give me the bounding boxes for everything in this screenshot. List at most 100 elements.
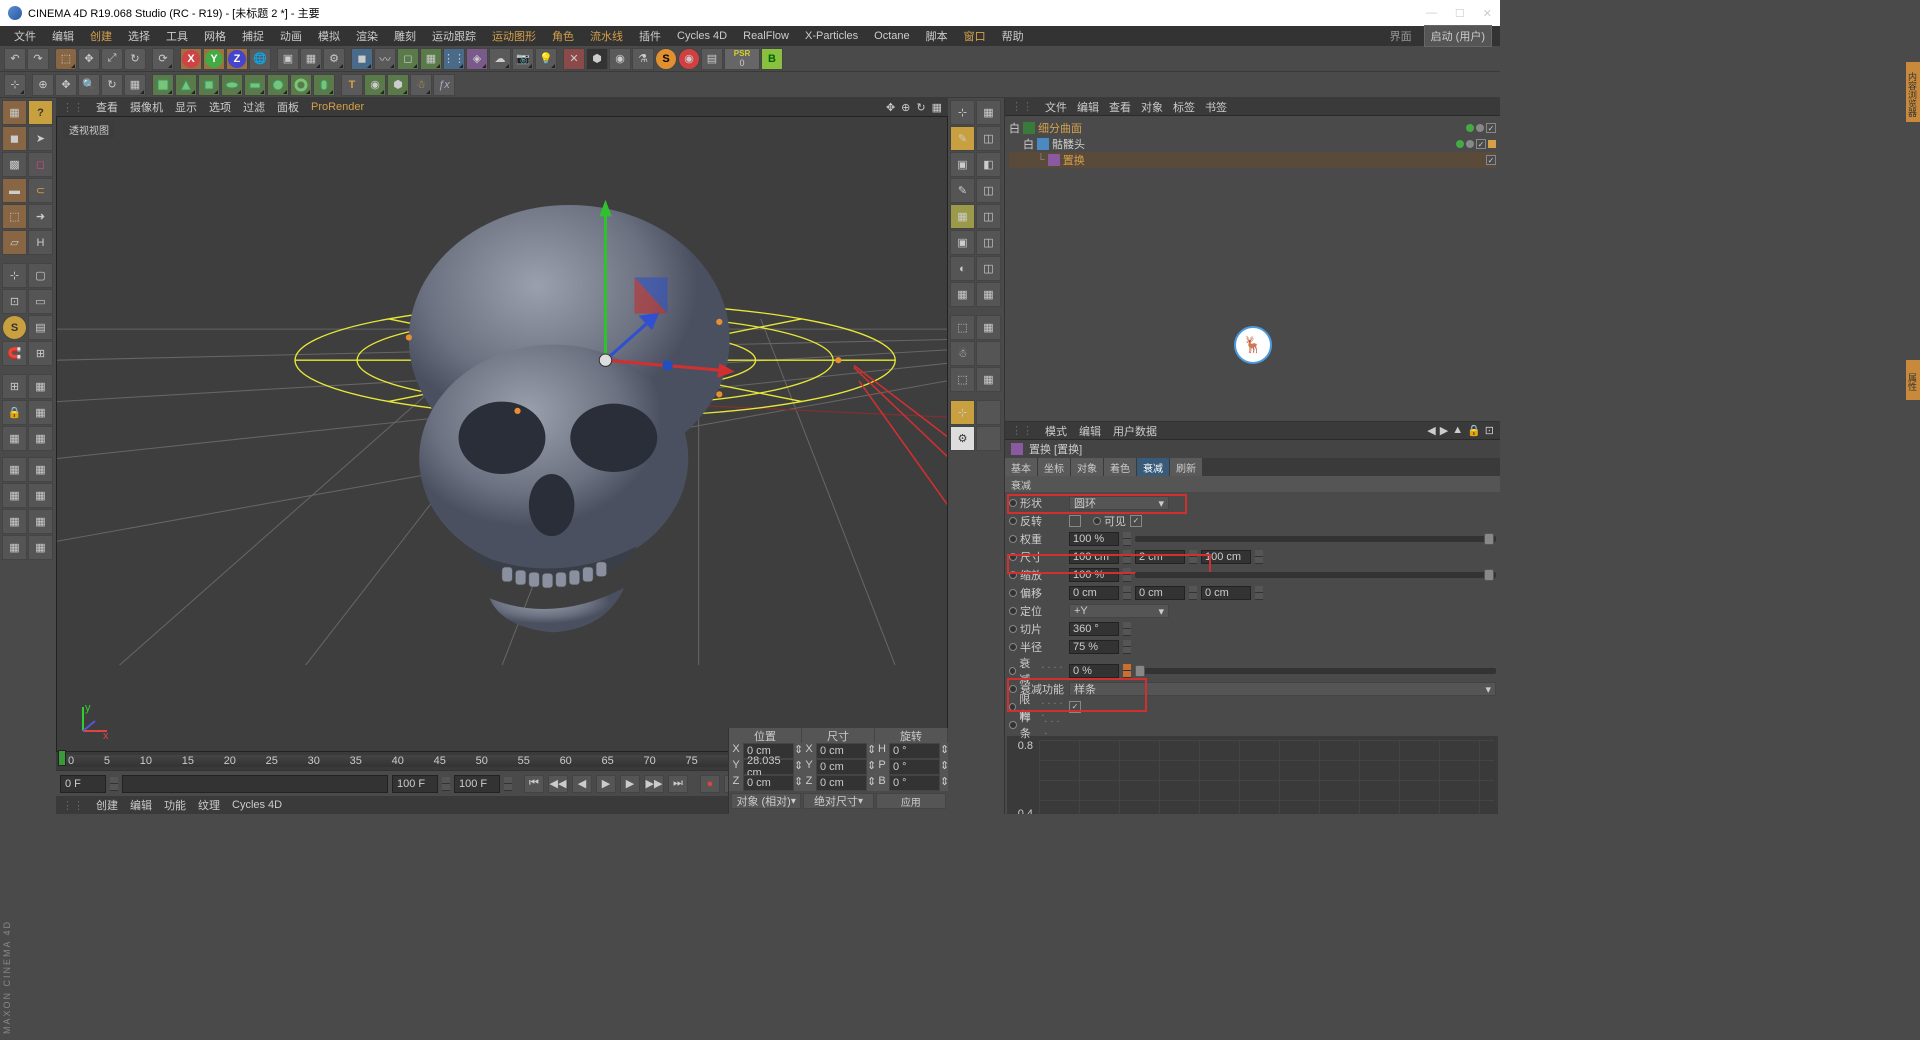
grid-btn[interactable]: ▦ bbox=[2, 457, 27, 482]
apply-button[interactable]: 应用 bbox=[876, 793, 946, 809]
menu-item[interactable]: 工具 bbox=[160, 26, 194, 46]
rot-b-field[interactable]: 0 ° bbox=[889, 775, 940, 791]
am-menu-item[interactable]: 编辑 bbox=[1079, 423, 1101, 439]
fx-button[interactable]: ƒx bbox=[433, 74, 455, 96]
vp-menu-item[interactable]: 选项 bbox=[209, 99, 231, 115]
deformer-button[interactable]: ◈ bbox=[466, 48, 488, 70]
tool-icon[interactable]: ◐ bbox=[950, 256, 975, 281]
frame-end-field[interactable]: 100 F bbox=[392, 775, 438, 793]
menu-item[interactable]: 流水线 bbox=[584, 26, 629, 46]
invert-checkbox[interactable] bbox=[1069, 515, 1081, 527]
goto-end-button[interactable]: ⏭ bbox=[668, 775, 688, 793]
grid-btn[interactable]: ▦ bbox=[28, 457, 53, 482]
array-button[interactable]: ⋮⋮ bbox=[443, 48, 465, 70]
vp-menu-item[interactable]: 查看 bbox=[96, 99, 118, 115]
tab-falloff[interactable]: 衰减 bbox=[1137, 458, 1170, 476]
layout-dropdown[interactable]: 启动 (用户) bbox=[1424, 25, 1492, 47]
xparticles-icon[interactable]: ✕ bbox=[563, 48, 585, 70]
vp-menu-item[interactable]: 摄像机 bbox=[130, 99, 163, 115]
bt-item[interactable]: 纹理 bbox=[198, 797, 220, 813]
prim-cone[interactable] bbox=[175, 74, 197, 96]
menu-item[interactable]: 模拟 bbox=[312, 26, 346, 46]
vp-menu-item[interactable]: 面板 bbox=[277, 99, 299, 115]
size-y-field[interactable]: 2 cm bbox=[1135, 550, 1185, 564]
locked-toggle[interactable]: ▢ bbox=[28, 263, 53, 288]
am-menu-item[interactable]: 用户数据 bbox=[1113, 423, 1157, 439]
menu-item[interactable]: 文件 bbox=[8, 26, 42, 46]
help-icon[interactable]: ? bbox=[28, 100, 53, 125]
tool-icon[interactable]: ◫ bbox=[976, 256, 1001, 281]
render-view-button[interactable]: ▣ bbox=[277, 48, 299, 70]
lock-icon[interactable]: 🔒 bbox=[1467, 424, 1481, 437]
menu-item[interactable]: 网格 bbox=[198, 26, 232, 46]
radius-field[interactable]: 75 % bbox=[1069, 640, 1119, 654]
tool-icon[interactable]: ▣ bbox=[950, 230, 975, 255]
off-x-field[interactable]: 0 cm bbox=[1069, 586, 1119, 600]
redo-button[interactable]: ↷ bbox=[27, 48, 49, 70]
om-menu-item[interactable]: 文件 bbox=[1045, 99, 1067, 115]
menu-item[interactable]: 雕刻 bbox=[388, 26, 422, 46]
lasso-tool[interactable]: ⊂ bbox=[28, 178, 53, 203]
lock-icon[interactable]: 🔒 bbox=[2, 400, 27, 425]
tab-basic[interactable]: 基本 bbox=[1005, 458, 1038, 476]
edge-mode-button[interactable]: ▱ bbox=[2, 230, 27, 255]
prim-capsule[interactable] bbox=[313, 74, 335, 96]
shape-dropdown[interactable]: 圆环▾ bbox=[1069, 496, 1169, 510]
move-arrow-icon[interactable]: ➜ bbox=[28, 204, 53, 229]
func-dropdown[interactable]: 样条▾ bbox=[1069, 682, 1496, 696]
tool-icon[interactable] bbox=[976, 341, 1001, 366]
maximize-button[interactable]: ☐ bbox=[1455, 7, 1465, 20]
arrow-tool[interactable]: ➤ bbox=[28, 126, 53, 151]
grid-btn[interactable]: ▦ bbox=[28, 483, 53, 508]
plugin-s-icon[interactable]: S bbox=[655, 48, 677, 70]
point-mode-button[interactable]: ⬚ bbox=[2, 204, 27, 229]
tool-icon[interactable]: ▦ bbox=[976, 367, 1001, 392]
frame-current-field[interactable]: 100 F bbox=[454, 775, 500, 793]
record-button[interactable]: ● bbox=[700, 775, 720, 793]
undo-button[interactable]: ↶ bbox=[4, 48, 26, 70]
workplane-button[interactable]: ▬ bbox=[2, 178, 27, 203]
tab-object[interactable]: 对象 bbox=[1071, 458, 1104, 476]
knife-icon[interactable]: ✎ bbox=[950, 126, 975, 151]
grid-btn[interactable]: ▦ bbox=[28, 509, 53, 534]
cam-nav-button[interactable]: ⊕ bbox=[32, 74, 54, 96]
tree-row-skull[interactable]: 白骷髅头✓ bbox=[1009, 136, 1496, 152]
size-y-field[interactable]: 0 cm bbox=[816, 759, 867, 775]
plugin-icon[interactable]: ◉ bbox=[609, 48, 631, 70]
timeline-playhead[interactable] bbox=[58, 750, 66, 766]
size-x-field[interactable]: 100 cm bbox=[1069, 550, 1119, 564]
limit-checkbox[interactable]: ✓ bbox=[1069, 701, 1081, 713]
tool-icon[interactable]: ▦ bbox=[950, 282, 975, 307]
tab-coord[interactable]: 坐标 bbox=[1038, 458, 1071, 476]
menu-item[interactable]: 选择 bbox=[122, 26, 156, 46]
rot-h-field[interactable]: 0 ° bbox=[889, 743, 940, 759]
character-button[interactable]: ☃ bbox=[410, 74, 432, 96]
prim-torus[interactable] bbox=[290, 74, 312, 96]
nav-fwd-icon[interactable]: ▶ bbox=[1440, 424, 1448, 437]
plugin-icon[interactable]: ◉ bbox=[678, 48, 700, 70]
rect-select-tool[interactable]: ◻ bbox=[28, 152, 53, 177]
tool-icon[interactable]: ⬚ bbox=[950, 315, 975, 340]
make-editable-button[interactable]: ▦ bbox=[2, 100, 27, 125]
scale-tool[interactable]: ⤢ bbox=[101, 48, 123, 70]
tree-row-sds[interactable]: 白细分曲面✓ bbox=[1009, 120, 1496, 136]
generator-button[interactable]: ◻ bbox=[397, 48, 419, 70]
nav-up-icon[interactable]: ▲ bbox=[1452, 424, 1463, 437]
menu-item[interactable]: 帮助 bbox=[996, 26, 1030, 46]
menu-item[interactable]: X-Particles bbox=[799, 28, 864, 44]
cam-zoom-button[interactable]: 🔍 bbox=[78, 74, 100, 96]
enable-check[interactable]: ✓ bbox=[1486, 123, 1496, 133]
off-y-field[interactable]: 0 cm bbox=[1135, 586, 1185, 600]
om-menu-item[interactable]: 书签 bbox=[1205, 99, 1227, 115]
tool-icon[interactable]: ◫ bbox=[976, 230, 1001, 255]
grid-btn[interactable]: ▦ bbox=[2, 426, 27, 451]
environment-button[interactable]: ☁ bbox=[489, 48, 511, 70]
weight-field[interactable]: 100 % bbox=[1069, 532, 1119, 546]
tool-icon[interactable]: ◫ bbox=[976, 126, 1001, 151]
step-back-button[interactable]: ◀◀ bbox=[548, 775, 568, 793]
size-z-field[interactable]: 0 cm bbox=[816, 775, 867, 791]
next-frame-button[interactable]: ▶▶ bbox=[644, 775, 664, 793]
tree-row-displace[interactable]: └置换✓ bbox=[1009, 152, 1496, 168]
menu-item[interactable]: RealFlow bbox=[737, 28, 795, 44]
magnet-icon[interactable]: 🧲 bbox=[2, 341, 27, 366]
